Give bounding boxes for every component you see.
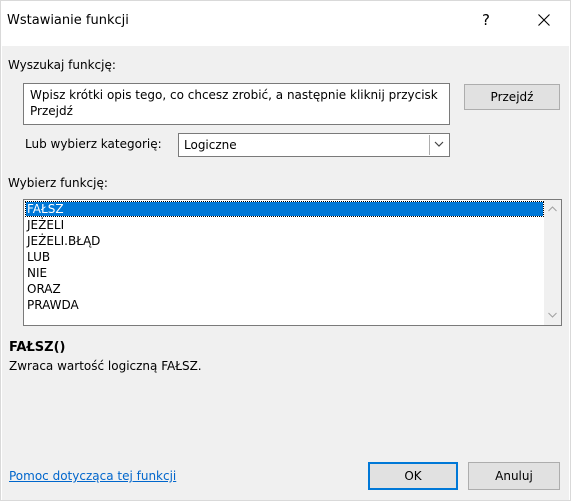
list-item[interactable]: FAŁSZ [25, 201, 544, 217]
scroll-up-icon[interactable] [548, 206, 557, 212]
list-item[interactable]: NIE [26, 266, 543, 280]
cancel-button[interactable]: Anuluj [468, 462, 560, 490]
function-list-label: Wybierz funkcję: [8, 176, 108, 190]
category-dropdown[interactable]: Logiczne [178, 133, 450, 157]
question-mark-icon: ? [482, 11, 490, 29]
ok-button[interactable]: OK [368, 462, 458, 490]
title-bar: Wstawianie funkcji ? [1, 1, 570, 39]
close-icon [538, 14, 550, 26]
dialog-body: Wyszukaj funkcję: Przejdź Lub wybierz ka… [2, 46, 569, 500]
list-item[interactable]: ORAZ [26, 282, 543, 296]
function-description: Zwraca wartość logiczną FAŁSZ. [9, 359, 202, 373]
function-help-link[interactable]: Pomoc dotycząca tej funkcji [9, 469, 176, 483]
ok-button-label: OK [404, 469, 422, 483]
scroll-down-icon[interactable] [548, 312, 557, 318]
list-item[interactable]: JEŻELI.BŁĄD [26, 234, 543, 248]
insert-function-dialog: Wstawianie funkcji ? Wyszukaj funkcję: P… [0, 0, 571, 501]
function-listbox[interactable]: FAŁSZ JEŻELI JEŻELI.BŁĄD LUB NIE ORAZ PR… [23, 199, 562, 326]
close-button[interactable] [526, 5, 562, 35]
go-button[interactable]: Przejdź [464, 84, 560, 110]
list-item[interactable]: PRAWDA [26, 298, 543, 312]
list-scrollbar[interactable] [544, 200, 561, 325]
cancel-button-label: Anuluj [495, 469, 533, 483]
help-button[interactable]: ? [471, 5, 501, 35]
dialog-title: Wstawianie funkcji [7, 13, 129, 28]
category-selected-value: Logiczne [184, 138, 237, 152]
search-label: Wyszukaj funkcję: [8, 58, 116, 72]
search-input[interactable] [23, 83, 450, 125]
go-button-label: Przejdź [490, 90, 534, 104]
dropdown-button[interactable] [429, 135, 448, 155]
category-label: Lub wybierz kategorię: [25, 137, 162, 151]
list-item[interactable]: JEŻELI [26, 218, 543, 232]
chevron-down-icon [434, 141, 444, 147]
list-item[interactable]: LUB [26, 250, 543, 264]
function-signature: FAŁSZ() [9, 340, 66, 355]
